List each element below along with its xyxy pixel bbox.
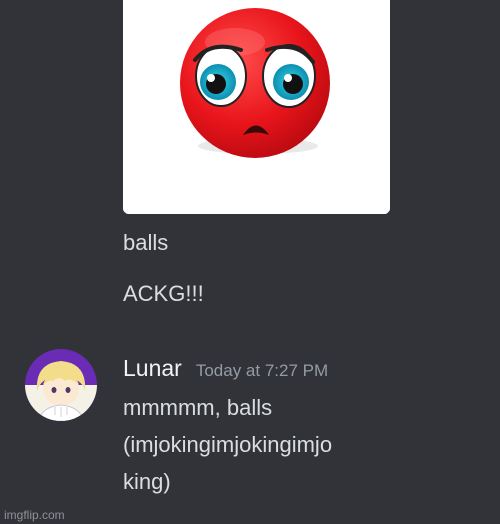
message-line: king) xyxy=(123,469,171,494)
user-avatar-icon xyxy=(25,349,97,421)
watermark: imgflip.com xyxy=(4,508,65,522)
message-line: balls xyxy=(123,230,169,255)
avatar[interactable] xyxy=(25,349,97,421)
chat-area: balls ACKG!!! Lunar Today at 7:27 PM mmm… xyxy=(0,0,500,524)
message-content: mmmmm, balls (imjokingimjokingimjo king) xyxy=(123,389,393,500)
image-attachment[interactable] xyxy=(123,0,390,214)
crying-red-face-icon xyxy=(123,0,390,214)
author-name[interactable]: Lunar xyxy=(123,353,182,383)
message-line: mmmmm, balls xyxy=(123,395,273,420)
message-header: Lunar Today at 7:27 PM xyxy=(123,353,328,383)
message-line: (imjokingimjokingimjo xyxy=(123,432,333,457)
timestamp[interactable]: Today at 7:27 PM xyxy=(196,356,328,386)
message-line: ACKG!!! xyxy=(123,281,204,306)
